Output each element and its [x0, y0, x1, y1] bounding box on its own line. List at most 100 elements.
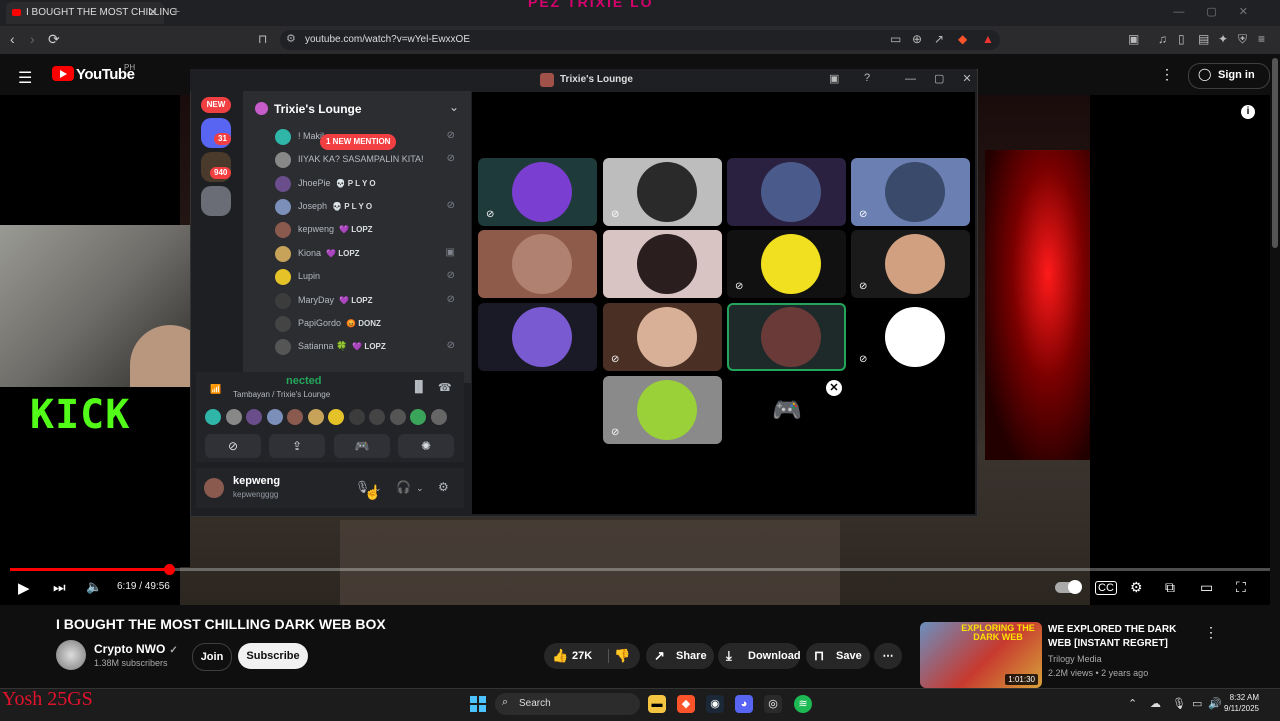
brave-shield-icon[interactable]: ◆	[958, 32, 967, 46]
captions-icon[interactable]: CC	[1095, 581, 1117, 595]
new-tab-button[interactable]: +	[172, 3, 180, 19]
voice-connected-status[interactable]: nected	[286, 375, 321, 387]
voice-member[interactable]: IIYAK KA? SASAMPALIN KITA! ⊘	[273, 150, 463, 170]
autoplay-toggle[interactable]	[1055, 580, 1082, 594]
participant-tile[interactable]	[478, 303, 597, 371]
discord-window-controls[interactable]: —▢✕	[905, 72, 990, 85]
participant-tile[interactable]: ⊘	[603, 376, 722, 444]
mic-tray-icon[interactable]: 🎙	[1172, 697, 1186, 710]
zoom-icon[interactable]: ⊕	[912, 32, 922, 46]
participant-mini-avatar[interactable]	[225, 409, 242, 425]
voice-member[interactable]: Kiona 💜 LOPZ ▣	[273, 244, 463, 264]
recommended-thumbnail[interactable]: EXPLORING THE DARK WEB 1:01:30	[920, 622, 1042, 688]
headphones-icon[interactable]: 🎧	[396, 480, 411, 494]
participant-tile[interactable]	[478, 230, 597, 298]
volume-icon[interactable]: 🔈	[86, 579, 102, 595]
voice-member[interactable]: MaryDay 💜 LOPZ ⊘	[273, 291, 463, 311]
help-icon[interactable]: ?	[864, 72, 870, 84]
participant-tile[interactable]	[727, 158, 846, 226]
youtube-logo-icon[interactable]	[52, 66, 74, 81]
settings-more-icon[interactable]: ⋮	[1160, 66, 1174, 83]
theater-mode-icon[interactable]: ▭	[1200, 579, 1213, 596]
save-button[interactable]: ⊓ Save	[806, 643, 870, 669]
participant-tile[interactable]	[727, 303, 846, 371]
network-icon[interactable]: ▭	[1192, 697, 1202, 710]
share-page-icon[interactable]: ↗	[934, 32, 944, 46]
participant-tile[interactable]: ⊘	[603, 158, 722, 226]
participant-tile[interactable]: ⊘	[851, 303, 970, 371]
dislike-icon[interactable]: 👎	[614, 643, 630, 669]
close-tab-icon[interactable]: ✕	[148, 5, 158, 19]
user-name[interactable]: kepweng	[233, 475, 280, 487]
like-icon[interactable]: 👍	[552, 643, 568, 669]
participant-mini-avatar[interactable]	[328, 409, 344, 425]
settings-gear-icon[interactable]: ⚙	[1130, 579, 1143, 596]
bookmark-icon[interactable]: ⊓	[258, 32, 267, 46]
share-button[interactable]: ↗ Share	[646, 643, 714, 669]
play-icon[interactable]: ▶	[18, 579, 30, 597]
site-info-icon[interactable]: ⚙	[286, 32, 296, 45]
channel-name[interactable]: Crypto NWO ✓	[94, 642, 178, 656]
volume-tray-icon[interactable]: 🔊	[1208, 697, 1222, 710]
voice-member[interactable]: Lupin ⊘	[273, 267, 463, 287]
voice-member[interactable]: Satianna 🍀 💜 LOPZ ⊘	[273, 337, 463, 357]
server-header[interactable]: Trixie's Lounge ⌄	[243, 97, 471, 121]
file-explorer-icon[interactable]: ▬	[648, 695, 666, 713]
recommended-more-icon[interactable]: ⋮	[1204, 624, 1218, 641]
taskbar-search[interactable]: ⌕ Search	[495, 693, 640, 715]
reload-icon[interactable]: ⟳	[48, 31, 60, 48]
guide-menu-icon[interactable]: ☰	[18, 68, 32, 88]
system-clock[interactable]: 8:32 AM 9/11/2025	[1224, 692, 1259, 714]
participant-tile[interactable]: ⊘	[851, 230, 970, 298]
participant-tile[interactable]: ⊘	[851, 158, 970, 226]
download-button[interactable]: ⤓ Download	[718, 643, 801, 669]
voice-member[interactable]: kepweng 💜 LOPZ	[273, 220, 463, 240]
onedrive-icon[interactable]: ☁	[1150, 697, 1161, 710]
participant-tile[interactable]: ⊘	[478, 158, 597, 226]
miniplayer-icon[interactable]: ⧉	[1165, 579, 1175, 596]
participant-mini-avatar[interactable]	[307, 409, 324, 425]
participant-mini-avatar[interactable]	[246, 409, 262, 425]
channel-avatar[interactable]	[56, 640, 86, 670]
audio-options-chevron-icon[interactable]: ⌄	[416, 483, 424, 494]
close-activity-icon[interactable]: ✕	[826, 380, 842, 396]
participant-mini-avatar[interactable]	[348, 409, 365, 425]
participant-mini-avatar[interactable]	[430, 409, 447, 425]
inbox-icon[interactable]: ▣	[829, 72, 839, 85]
recommended-title[interactable]: WE EXPLORED THE DARK WEB [INSTANT REGRET…	[1048, 623, 1198, 651]
new-mention-badge[interactable]: 1 NEW MENTION	[320, 134, 397, 150]
browser-window-controls[interactable]: —▢✕	[1173, 5, 1270, 18]
participant-tile[interactable]: ⊘	[727, 230, 846, 298]
sign-in-button[interactable]: ◯ Sign in	[1188, 63, 1270, 89]
voice-member[interactable]: Joseph 💀 P L Y O ⊘	[273, 197, 463, 217]
sidebar-icon[interactable]: ▯	[1178, 32, 1185, 46]
voice-member[interactable]: JhoePie 💀 P L Y O	[273, 174, 463, 194]
voice-member[interactable]: PapiGordo 😡 DONZ	[273, 314, 463, 334]
next-icon[interactable]: ⏭	[53, 579, 66, 596]
start-button-icon[interactable]	[470, 696, 486, 712]
server-icon-3[interactable]	[201, 186, 231, 216]
subscribe-button[interactable]: Subscribe	[238, 643, 308, 669]
menu-icon[interactable]: ≡	[1258, 32, 1265, 46]
fullscreen-icon[interactable]: ⛶	[1236, 579, 1246, 596]
signal-icon[interactable]: 📶	[210, 384, 221, 395]
soundboard-button[interactable]: ✺	[398, 434, 454, 458]
back-icon[interactable]: ‹	[10, 31, 15, 47]
channel-name-text[interactable]: Crypto NWO	[94, 642, 165, 656]
obs-icon[interactable]: ◎	[764, 695, 782, 713]
participant-mini-avatar[interactable]	[369, 409, 385, 425]
participant-tile[interactable]	[603, 230, 722, 298]
like-count[interactable]: 27K	[572, 643, 592, 669]
vpn-icon[interactable]: ⛨	[1238, 32, 1247, 47]
media-icon[interactable]: ♫	[1158, 32, 1167, 46]
activities-button[interactable]: 🎮	[334, 434, 390, 458]
user-settings-gear-icon[interactable]: ⚙	[438, 480, 449, 494]
disconnect-icon[interactable]: ☎	[438, 381, 452, 394]
camera-off-button[interactable]: ⊘	[205, 434, 261, 458]
voice-location[interactable]: Tambayan / Trixie's Lounge	[233, 390, 330, 399]
participant-mini-avatar[interactable]	[410, 409, 426, 425]
brave-browser-icon[interactable]: ◆	[677, 695, 695, 713]
participant-mini-avatar[interactable]	[287, 409, 303, 425]
page-scrollbar[interactable]	[1272, 58, 1278, 248]
progress-bar[interactable]	[10, 568, 1270, 571]
